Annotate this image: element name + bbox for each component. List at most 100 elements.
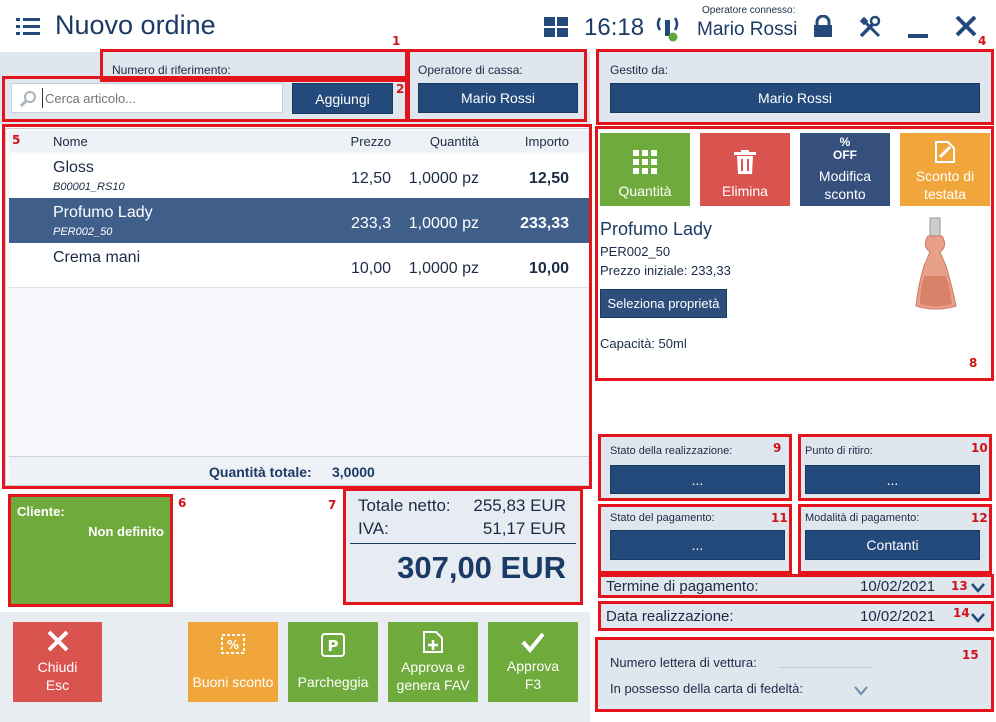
payment-term-value: 10/02/2021 <box>860 578 936 595</box>
waybill-label: Numero lettera di vettura: <box>610 655 757 670</box>
park-button[interactable]: P Parcheggia <box>288 622 378 702</box>
table-row[interactable]: Crema mani 10,00 1,0000 pz 10,00 <box>9 243 589 288</box>
totals-divider <box>350 543 576 544</box>
table-header: Nome Prezzo Quantità Importo <box>9 131 589 152</box>
pickup-point-button[interactable]: ... <box>805 465 980 494</box>
table-row[interactable]: Gloss B00001_RS10 12,50 1,0000 pz 12,50 <box>9 153 589 198</box>
payment-term-label: Termine di pagamento: <box>606 578 759 595</box>
marker-7: 7 <box>328 498 337 512</box>
product-image <box>912 216 960 321</box>
payment-status-button[interactable]: ... <box>610 530 785 560</box>
col-price: Prezzo <box>350 134 391 149</box>
close-order-button[interactable]: Chiudi Esc <box>13 622 102 702</box>
reference-label: Numero di riferimento: <box>112 63 231 77</box>
net-total-label: Totale netto: <box>358 496 451 515</box>
approve-button[interactable]: Approva F3 <box>488 622 578 702</box>
extra-fields-panel <box>598 640 992 710</box>
search-input[interactable] <box>42 88 276 108</box>
quantity-button[interactable]: Quantità <box>600 133 690 206</box>
marker-10: 10 <box>971 441 988 455</box>
menu-icon[interactable] <box>16 16 40 36</box>
loyalty-card-dropdown[interactable] <box>854 683 868 701</box>
payment-method-button[interactable]: Contanti <box>805 530 980 560</box>
marker-9: 9 <box>773 441 782 455</box>
fulfillment-status-button[interactable]: ... <box>610 465 785 494</box>
cashier-button[interactable]: Mario Rossi <box>418 83 578 113</box>
approve-key: F3 <box>524 676 542 692</box>
vat-value: 51,17 EUR <box>482 519 566 538</box>
vouchers-button[interactable]: % Buoni sconto <box>188 622 278 702</box>
minimize-icon[interactable] <box>908 34 928 38</box>
edit-discount-button[interactable]: % OFF Modifica sconto <box>800 133 890 206</box>
item-amount: 10,00 <box>528 260 569 277</box>
edit-document-icon <box>935 141 955 163</box>
park-label: Parcheggia <box>297 674 369 690</box>
marker-5: 5 <box>12 133 21 147</box>
managed-by-label: Gestito da: <box>610 63 669 77</box>
item-quantity: 1,0000 pz <box>408 215 479 232</box>
item-detail-capacity: Capacità: 50ml <box>600 336 687 351</box>
item-amount: 12,50 <box>528 170 569 187</box>
payment-method-label: Modalità di pagamento: <box>805 512 920 524</box>
payment-term-row[interactable]: Termine di pagamento: 10/02/2021 <box>598 574 992 598</box>
net-total-value: 255,83 EUR <box>473 496 566 515</box>
operator-connected-name: Mario Rossi <box>697 19 798 40</box>
item-code: PER002_50 <box>53 226 113 238</box>
marker-1: 1 <box>392 34 401 48</box>
edit-discount-label: Modifica sconto <box>818 168 872 202</box>
close-icon[interactable] <box>955 15 977 42</box>
tools-icon[interactable] <box>858 15 882 44</box>
item-name: Profumo Lady <box>53 204 153 221</box>
total-quantity-bar: Quantità totale: 3,0000 <box>9 456 589 485</box>
approve-invoice-button[interactable]: Approva e genera FAV <box>388 622 478 702</box>
item-amount: 233,33 <box>520 215 569 232</box>
total-quantity-label: Quantità totale: <box>209 464 312 480</box>
vat-label: IVA: <box>358 519 389 538</box>
marker-12: 12 <box>971 511 988 525</box>
grid-icon <box>633 150 657 174</box>
delete-label: Elimina <box>722 183 768 199</box>
chevron-down-icon <box>971 610 985 628</box>
clock: 16:18 <box>584 14 645 41</box>
waybill-input[interactable] <box>778 667 873 668</box>
lock-icon[interactable] <box>812 14 834 42</box>
item-detail-code: PER002_50 <box>600 244 671 259</box>
item-quantity: 1,0000 pz <box>408 170 479 187</box>
customer-tile[interactable]: Cliente: Non definito <box>11 497 170 604</box>
fulfillment-date-label: Data realizzazione: <box>606 608 734 625</box>
approve-invoice-label-1: Approva e <box>401 659 465 675</box>
off-badge: OFF <box>833 148 857 162</box>
col-name: Nome <box>53 134 88 149</box>
customer-value: Non definito <box>88 524 164 539</box>
close-order-key: Esc <box>45 677 70 693</box>
approve-label: Approva <box>506 658 560 674</box>
marker-2: 2 <box>396 82 405 96</box>
item-price: 10,00 <box>350 260 391 277</box>
delete-button[interactable]: Elimina <box>700 133 790 206</box>
header-discount-button[interactable]: Sconto di testata <box>900 133 990 206</box>
chevron-down-icon <box>854 686 868 696</box>
col-quantity: Quantità <box>429 134 479 149</box>
select-properties-button[interactable]: Seleziona proprietà <box>600 289 727 318</box>
cashier-label: Operatore di cassa: <box>418 63 523 77</box>
table-row-selected[interactable]: Profumo Lady PER002_50 233,3 1,0000 pz 2… <box>9 198 589 243</box>
connection-icon[interactable] <box>655 12 681 47</box>
customer-label: Cliente: <box>17 504 65 519</box>
marker-15: 15 <box>962 648 979 662</box>
item-name: Gloss <box>53 159 94 176</box>
percent-off-icon: % OFF <box>833 135 857 162</box>
total-quantity-value: 3,0000 <box>332 464 375 480</box>
search-field[interactable] <box>11 83 283 113</box>
tiles-view-icon[interactable] <box>544 17 568 42</box>
quantity-label: Quantità <box>618 183 672 199</box>
parking-icon: P <box>321 633 345 657</box>
payment-status-label: Stato del pagamento: <box>610 512 715 524</box>
fulfillment-date-row[interactable]: Data realizzazione: 10/02/2021 <box>598 602 992 629</box>
operator-connected-label: Operatore connesso: <box>702 5 796 16</box>
fulfillment-date-value: 10/02/2021 <box>860 608 936 625</box>
add-button[interactable]: Aggiungi <box>292 83 393 114</box>
item-name: Crema mani <box>53 249 141 266</box>
pickup-point-label: Punto di ritiro: <box>805 445 873 457</box>
grand-total: 307,00 EUR <box>397 550 566 585</box>
managed-by-button[interactable]: Mario Rossi <box>610 83 980 113</box>
